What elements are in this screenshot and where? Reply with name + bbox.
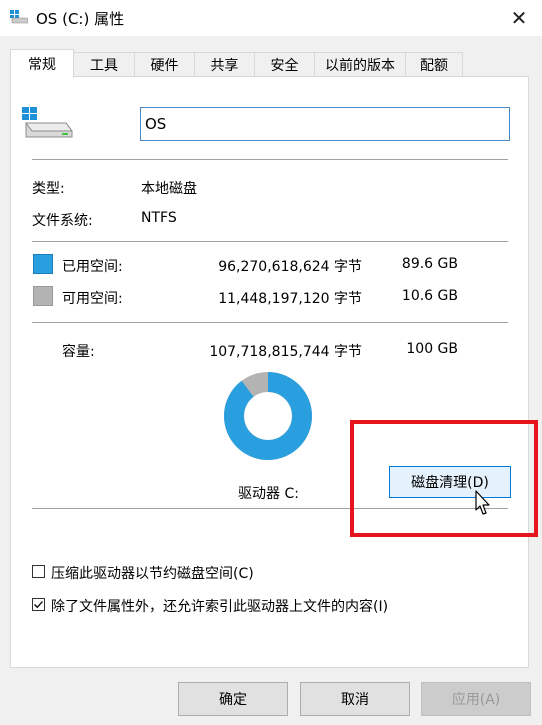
compress-label: 压缩此驱动器以节约磁盘空间(C) [51, 566, 254, 582]
tab-quota[interactable]: 配额 [405, 52, 463, 76]
mouse-cursor-icon [475, 490, 491, 520]
separator [32, 241, 508, 242]
tab-tools[interactable]: 工具 [73, 52, 135, 76]
used-space-size: 89.6 GB [401, 256, 458, 272]
free-space-bytes: 11,448,197,120 字节 [218, 291, 362, 307]
compress-checkbox[interactable] [32, 565, 45, 578]
window-title: OS (C:) 属性 [36, 10, 125, 28]
capacity-size: 100 GB [406, 341, 458, 357]
index-checkbox[interactable] [32, 598, 45, 611]
close-button[interactable]: ✕ [496, 0, 542, 36]
used-space-bytes: 96,270,618,624 字节 [218, 259, 362, 275]
drive-name-input[interactable] [140, 107, 510, 141]
type-label: 类型: [32, 181, 65, 197]
capacity-label: 容量: [62, 344, 95, 360]
capacity-bytes: 107,718,815,744 字节 [209, 344, 362, 360]
drive-icon [10, 10, 29, 28]
red-highlight-box [350, 420, 538, 537]
disk-usage-donut [224, 372, 312, 460]
hard-drive-icon [22, 107, 74, 145]
tab-hardware[interactable]: 硬件 [134, 52, 195, 76]
tab-general[interactable]: 常规 [10, 49, 74, 78]
apply-button[interactable]: 应用(A) [421, 682, 531, 716]
type-value: 本地磁盘 [141, 181, 197, 197]
used-space-label: 已用空间: [62, 259, 123, 275]
filesystem-label: 文件系统: [32, 213, 93, 229]
tab-security[interactable]: 安全 [254, 52, 315, 76]
used-space-arc [224, 372, 312, 460]
ok-button[interactable]: 确定 [178, 682, 288, 716]
index-label: 除了文件属性外，还允许索引此驱动器上文件的内容(I) [51, 599, 389, 615]
cancel-button[interactable]: 取消 [300, 682, 410, 716]
tab-sharing[interactable]: 共享 [194, 52, 255, 76]
checkmark-icon [34, 601, 43, 609]
free-space-label: 可用空间: [62, 291, 123, 307]
separator [32, 159, 508, 160]
separator [32, 322, 508, 323]
free-space-size: 10.6 GB [401, 288, 458, 304]
free-space-swatch [33, 286, 53, 306]
filesystem-value: NTFS [141, 210, 177, 226]
drive-letter-label: 驱动器 C: [238, 486, 299, 502]
used-space-swatch [33, 254, 53, 274]
close-icon: ✕ [510, 6, 528, 30]
tab-previous-versions[interactable]: 以前的版本 [314, 52, 406, 76]
title-bar: OS (C:) 属性 ✕ [0, 0, 542, 36]
